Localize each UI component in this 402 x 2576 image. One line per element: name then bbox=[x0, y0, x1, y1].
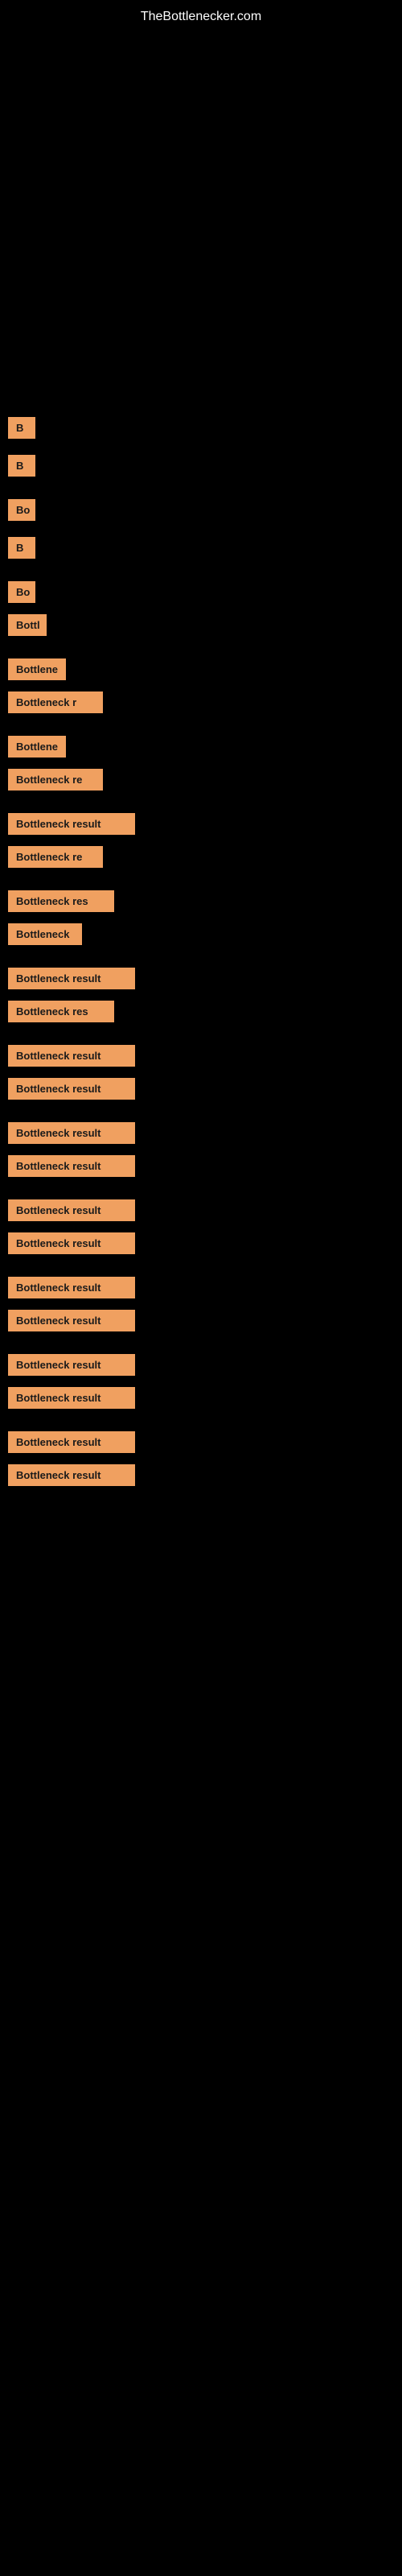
bottleneck-label: Bottlene bbox=[8, 658, 66, 680]
bottleneck-label: Bottleneck res bbox=[8, 890, 114, 912]
bottleneck-label: Bottlene bbox=[8, 736, 66, 758]
page-wrapper: TheBottlenecker.com B B Bo B bbox=[0, 0, 402, 1486]
bottleneck-item-10: Bottleneck re bbox=[8, 769, 394, 791]
bottleneck-item-13: Bottleneck res bbox=[8, 890, 394, 912]
bottleneck-item-27: Bottleneck result bbox=[8, 1431, 394, 1453]
bottleneck-label: Bottleneck result bbox=[8, 1310, 135, 1331]
bottleneck-list: B B Bo B Bo Bottl bbox=[0, 417, 402, 1486]
bottleneck-item-4: B bbox=[8, 537, 394, 559]
bottleneck-label: Bottleneck result bbox=[8, 1232, 135, 1254]
bottleneck-item-1: B bbox=[8, 417, 394, 439]
bottleneck-item-16: Bottleneck res bbox=[8, 1001, 394, 1022]
bottleneck-item-17: Bottleneck result bbox=[8, 1045, 394, 1067]
bottleneck-item-3: Bo bbox=[8, 499, 394, 521]
bottleneck-item-28: Bottleneck result bbox=[8, 1464, 394, 1486]
bottleneck-label: Bottleneck result bbox=[8, 1045, 135, 1067]
bottleneck-label: Bottleneck result bbox=[8, 1277, 135, 1298]
bottleneck-label: Bo bbox=[8, 581, 35, 603]
bottleneck-label: Bo bbox=[8, 499, 35, 521]
bottleneck-item-5: Bo bbox=[8, 581, 394, 603]
bottleneck-item-7: Bottlene bbox=[8, 658, 394, 680]
bottleneck-label: Bottleneck result bbox=[8, 1199, 135, 1221]
bottleneck-label: Bottleneck result bbox=[8, 1155, 135, 1177]
bottleneck-label: Bottleneck result bbox=[8, 813, 135, 835]
bottleneck-item-14: Bottleneck bbox=[8, 923, 394, 945]
bottleneck-item-15: Bottleneck result bbox=[8, 968, 394, 989]
bottleneck-item-26: Bottleneck result bbox=[8, 1387, 394, 1409]
bottleneck-item-20: Bottleneck result bbox=[8, 1155, 394, 1177]
bottleneck-item-12: Bottleneck re bbox=[8, 846, 394, 868]
bottleneck-item-24: Bottleneck result bbox=[8, 1310, 394, 1331]
site-title: TheBottlenecker.com bbox=[0, 0, 402, 31]
bottleneck-item-23: Bottleneck result bbox=[8, 1277, 394, 1298]
bottleneck-label: Bottleneck result bbox=[8, 1354, 135, 1376]
bottleneck-label: Bottleneck result bbox=[8, 968, 135, 989]
bottleneck-item-8: Bottleneck r bbox=[8, 691, 394, 713]
bottleneck-label: Bottleneck re bbox=[8, 769, 103, 791]
bottleneck-label: Bottleneck result bbox=[8, 1464, 135, 1486]
bottleneck-label: Bottleneck result bbox=[8, 1387, 135, 1409]
bottleneck-label: Bottleneck bbox=[8, 923, 82, 945]
bottleneck-label: B bbox=[8, 417, 35, 439]
bottleneck-item-21: Bottleneck result bbox=[8, 1199, 394, 1221]
bottleneck-label: Bottleneck re bbox=[8, 846, 103, 868]
bottleneck-item-6: Bottl bbox=[8, 614, 394, 636]
bottleneck-item-18: Bottleneck result bbox=[8, 1078, 394, 1100]
bottleneck-label: Bottleneck result bbox=[8, 1122, 135, 1144]
bottleneck-item-19: Bottleneck result bbox=[8, 1122, 394, 1144]
bottleneck-item-9: Bottlene bbox=[8, 736, 394, 758]
bottleneck-item-11: Bottleneck result bbox=[8, 813, 394, 835]
bottleneck-label: Bottl bbox=[8, 614, 47, 636]
bottleneck-label: Bottleneck res bbox=[8, 1001, 114, 1022]
bottleneck-label: Bottleneck r bbox=[8, 691, 103, 713]
bottleneck-item-2: B bbox=[8, 455, 394, 477]
bottleneck-label: Bottleneck result bbox=[8, 1078, 135, 1100]
chart-area bbox=[0, 31, 402, 417]
bottleneck-label: B bbox=[8, 537, 35, 559]
bottleneck-item-22: Bottleneck result bbox=[8, 1232, 394, 1254]
bottleneck-item-25: Bottleneck result bbox=[8, 1354, 394, 1376]
bottleneck-label: Bottleneck result bbox=[8, 1431, 135, 1453]
bottleneck-label: B bbox=[8, 455, 35, 477]
